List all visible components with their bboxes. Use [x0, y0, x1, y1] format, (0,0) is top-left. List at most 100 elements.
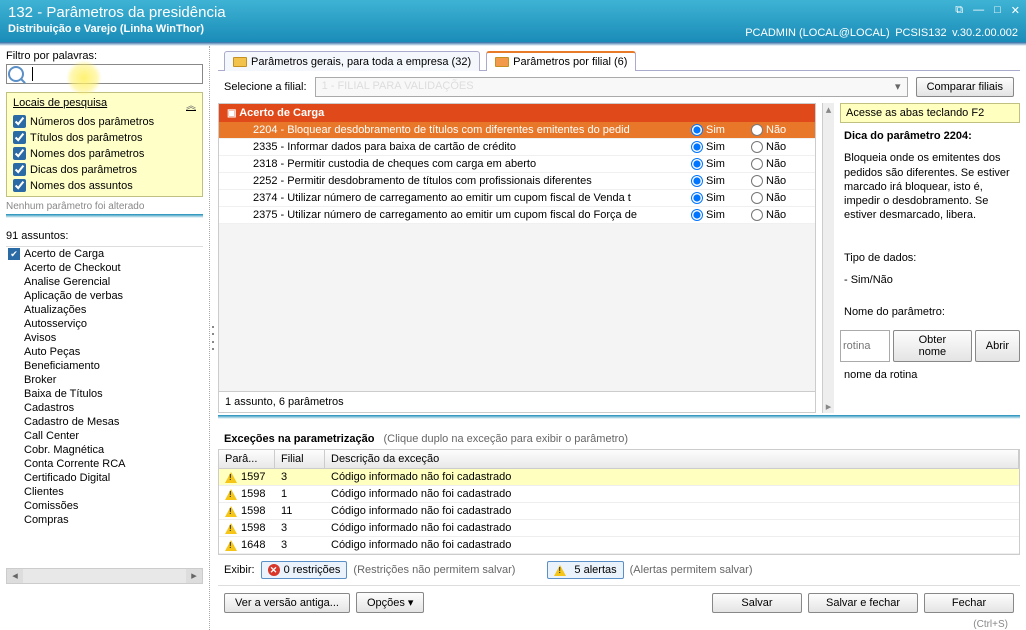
- col-param[interactable]: Parâ...: [219, 450, 275, 468]
- radio-yes[interactable]: [691, 124, 703, 136]
- group-header[interactable]: Acerto de Carga: [219, 104, 815, 122]
- param-row[interactable]: 2335 - Informar dados para baixa de cart…: [219, 139, 815, 156]
- search-opt-3[interactable]: Dicas dos parâmetros: [13, 163, 196, 176]
- h-scrollbar[interactable]: ◂▸: [6, 568, 203, 584]
- param-label: 2252 - Permitir desdobramento de títulos…: [223, 175, 691, 187]
- radio-yes[interactable]: [691, 141, 703, 153]
- restore-icon[interactable]: ⧉: [955, 4, 963, 17]
- type-label: Tipo de dados:: [840, 249, 1020, 267]
- splitter[interactable]: [210, 46, 218, 630]
- subject-item[interactable]: Comissões: [6, 499, 203, 513]
- subject-item[interactable]: Aplicação de verbas: [6, 289, 203, 303]
- routine-input[interactable]: [840, 330, 890, 362]
- param-label: 2204 - Bloquear desdobramento de títulos…: [223, 124, 691, 136]
- param-name-label: Nome do parâmetro:: [840, 303, 1020, 321]
- title-bar: 132 - Parâmetros da presidência Distribu…: [0, 0, 1026, 42]
- subject-item[interactable]: Clientes: [6, 485, 203, 499]
- subject-item[interactable]: Broker: [6, 373, 203, 387]
- search-opt-1[interactable]: Títulos dos parâmetros: [13, 131, 196, 144]
- subject-item[interactable]: Atualizações: [6, 303, 203, 317]
- get-name-button[interactable]: Obter nome: [893, 330, 972, 362]
- restrictions-pill[interactable]: ✕ 0 restrições: [261, 561, 348, 579]
- subject-item[interactable]: Cadastro de Mesas: [6, 415, 203, 429]
- param-label: 2318 - Permitir custodia de cheques com …: [223, 158, 691, 170]
- exception-row[interactable]: 1597 3 Código informado não foi cadastra…: [219, 469, 1019, 486]
- exceptions-hint: (Clique duplo na exceção para exibir o p…: [383, 433, 628, 445]
- exception-row[interactable]: 1598 11 Código informado não foi cadastr…: [219, 503, 1019, 520]
- radio-yes[interactable]: [691, 192, 703, 204]
- f2-hint: Acesse as abas teclando F2: [840, 103, 1020, 123]
- radio-no[interactable]: [751, 209, 763, 221]
- tab-general[interactable]: Parâmetros gerais, para toda a empresa (…: [224, 51, 480, 71]
- subject-item[interactable]: Acerto de Checkout: [6, 261, 203, 275]
- search-opt-4[interactable]: Nomes dos assuntos: [13, 179, 196, 192]
- col-desc[interactable]: Descrição da exceção: [325, 450, 1019, 468]
- subject-item[interactable]: Compras: [6, 513, 203, 527]
- alerts-pill[interactable]: 5 alertas: [547, 561, 623, 579]
- subject-item[interactable]: Cobr. Magnética: [6, 443, 203, 457]
- subject-item[interactable]: Conta Corrente RCA: [6, 457, 203, 471]
- old-version-button[interactable]: Ver a versão antiga...: [224, 593, 350, 613]
- radio-yes[interactable]: [691, 175, 703, 187]
- maximize-icon[interactable]: □: [994, 4, 1001, 17]
- radio-no[interactable]: [751, 175, 763, 187]
- param-row[interactable]: 2318 - Permitir custodia de cheques com …: [219, 156, 815, 173]
- subject-item[interactable]: Call Center: [6, 429, 203, 443]
- minimize-icon[interactable]: —: [973, 4, 984, 17]
- options-button[interactable]: Opções ▾: [356, 592, 425, 613]
- param-row[interactable]: 2375 - Utilizar número de carregamento a…: [219, 207, 815, 224]
- warning-icon: [225, 540, 237, 551]
- search-places-panel: Locais de pesquisa ︽ Números dos parâmet…: [6, 92, 203, 197]
- exceptions-table: Parâ... Filial Descrição da exceção 1597…: [218, 449, 1020, 555]
- radio-yes[interactable]: [691, 158, 703, 170]
- subject-item[interactable]: Autosserviço: [6, 317, 203, 331]
- params-grid: Acerto de Carga 2204 - Bloquear desdobra…: [218, 103, 816, 413]
- routine-name: nome da rotina: [840, 366, 1020, 384]
- scroll-handle[interactable]: ▴▸: [822, 103, 834, 413]
- subjects-count: 91 assuntos:: [6, 228, 203, 244]
- radio-no[interactable]: [751, 158, 763, 170]
- param-label: 2375 - Utilizar número de carregamento a…: [223, 209, 691, 221]
- radio-no[interactable]: [751, 141, 763, 153]
- close-button[interactable]: Fechar: [924, 593, 1014, 613]
- filial-select[interactable]: 1 - FILIAL PARA VALIDAÇÕES: [315, 77, 908, 97]
- subject-item[interactable]: Analise Gerencial: [6, 275, 203, 289]
- search-opt-0[interactable]: Números dos parâmetros: [13, 115, 196, 128]
- close-icon[interactable]: ✕: [1011, 4, 1020, 17]
- error-icon: ✕: [268, 564, 280, 576]
- warning-icon: [225, 472, 237, 483]
- subject-item[interactable]: Cadastros: [6, 401, 203, 415]
- subjects-list[interactable]: Acerto de CargaAcerto de CheckoutAnalise…: [6, 246, 203, 566]
- search-opt-2[interactable]: Nomes dos parâmetros: [13, 147, 196, 160]
- tabs: Parâmetros gerais, para toda a empresa (…: [218, 50, 1020, 71]
- exception-row[interactable]: 1648 3 Código informado não foi cadastra…: [219, 537, 1019, 554]
- save-button[interactable]: Salvar: [712, 593, 802, 613]
- save-close-button[interactable]: Salvar e fechar: [808, 593, 918, 613]
- col-filial[interactable]: Filial: [275, 450, 325, 468]
- exception-row[interactable]: 1598 1 Código informado não foi cadastra…: [219, 486, 1019, 503]
- compare-button[interactable]: Comparar filiais: [916, 77, 1014, 97]
- tip-title: Dica do parâmetro 2204:: [844, 130, 972, 142]
- tip-body: Bloqueia onde os emitentes dos pedidos s…: [840, 149, 1020, 224]
- radio-yes[interactable]: [691, 209, 703, 221]
- radio-no[interactable]: [751, 192, 763, 204]
- open-button[interactable]: Abrir: [975, 330, 1020, 362]
- type-value: - Sim/Não: [840, 271, 1020, 289]
- param-row[interactable]: 2374 - Utilizar número de carregamento a…: [219, 190, 815, 207]
- tab-filial[interactable]: Parâmetros por filial (6): [486, 51, 636, 71]
- collapse-icon[interactable]: ︽: [186, 97, 196, 112]
- subject-item[interactable]: Certificado Digital: [6, 471, 203, 485]
- radio-no[interactable]: [751, 124, 763, 136]
- subject-item[interactable]: Auto Peças: [6, 345, 203, 359]
- subject-item[interactable]: Avisos: [6, 331, 203, 345]
- subject-item[interactable]: Beneficiamento: [6, 359, 203, 373]
- filter-input[interactable]: [6, 64, 203, 84]
- subject-item[interactable]: Acerto de Carga: [6, 247, 203, 261]
- param-label: 2335 - Informar dados para baixa de cart…: [223, 141, 691, 153]
- restr-note: (Restrições não permitem salvar): [353, 564, 515, 576]
- alerts-note: (Alertas permitem salvar): [630, 564, 753, 576]
- param-row[interactable]: 2204 - Bloquear desdobramento de títulos…: [219, 122, 815, 139]
- param-row[interactable]: 2252 - Permitir desdobramento de títulos…: [219, 173, 815, 190]
- exception-row[interactable]: 1598 3 Código informado não foi cadastra…: [219, 520, 1019, 537]
- subject-item[interactable]: Baixa de Títulos: [6, 387, 203, 401]
